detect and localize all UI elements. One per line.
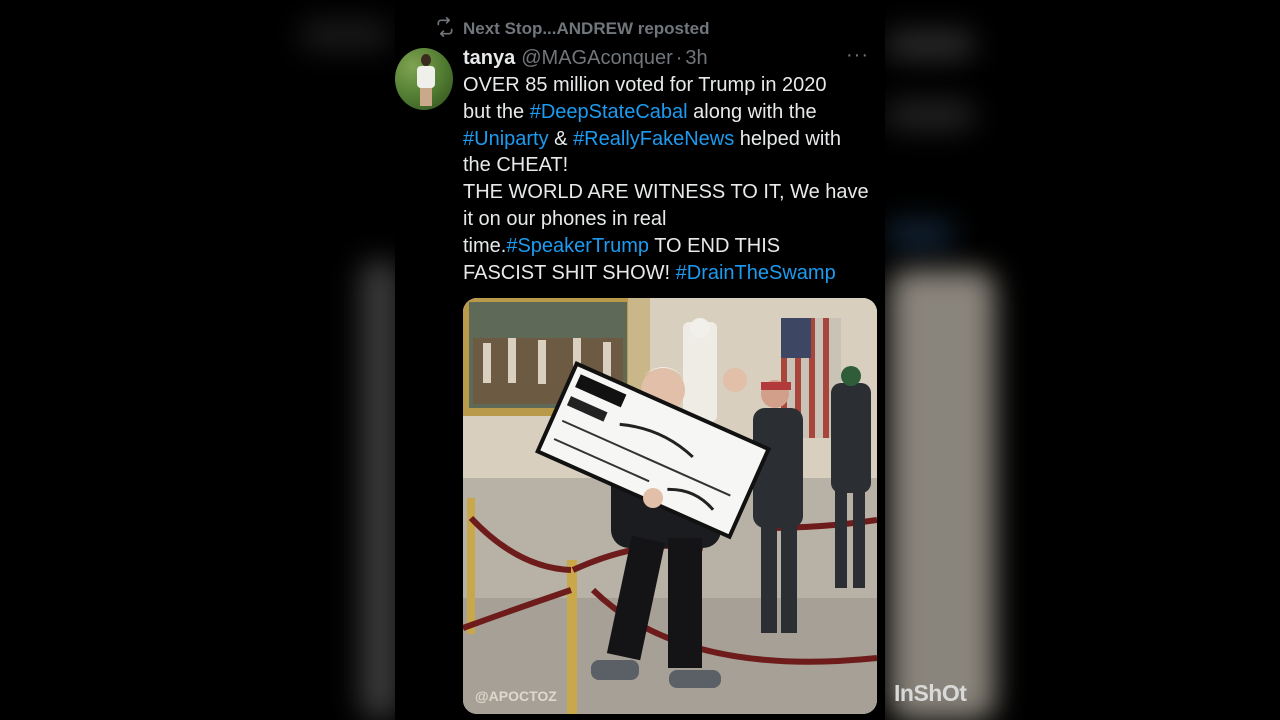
hashtag-link[interactable]: #ReallyFakeNews [573,128,734,150]
left-blur-background [0,0,395,720]
text-line: OVER 85 million voted for Trump in 2020 [463,74,827,96]
more-icon[interactable]: ··· [846,44,869,67]
author-name[interactable]: tanya [463,47,515,70]
header-separator: · [675,46,683,69]
text-line: but the #DeepStateCabal along with the [463,100,817,123]
repost-label: Next Stop...ANDREW reposted [463,19,710,38]
text-line: #Uniparty & #ReallyFakeNews helped with [463,127,841,150]
hashtag-link[interactable]: #DrainTheSwamp [676,262,836,284]
hashtag-link[interactable]: #DeepStateCabal [530,101,688,123]
inshot-logo: InShOt [894,680,967,706]
post-time[interactable]: 3h [685,47,707,70]
text-line: it on our phones in real [463,207,667,230]
image-watermark: @APOCTOZ [475,688,557,704]
text-line: time.#SpeakerTrump TO END THIS [463,234,781,257]
right-blur-background [885,0,1280,720]
text-line: THE WORLD ARE WITNESS TO IT, We have [463,181,869,204]
repost-indicator[interactable]: Next Stop...ANDREW reposted [435,16,710,42]
text-line: FASCIST SHIT SHOW! #DrainTheSwamp [463,261,836,284]
hashtag-link[interactable]: #Uniparty [463,128,549,150]
media-illustration [463,298,877,714]
author-handle[interactable]: @MAGAconquer [521,47,672,70]
repost-icon [435,16,455,42]
tweet-header: tanya @MAGAconquer · 3h ··· [463,44,877,72]
tweet-media-image[interactable]: @APOCTOZ [463,298,877,714]
tweet-card[interactable]: Next Stop...ANDREW reposted tanya @MAGAc… [395,0,885,720]
avatar[interactable] [395,48,453,110]
tweet-text: OVER 85 million voted for Trump in 2020 … [463,72,875,286]
hashtag-link[interactable]: #SpeakerTrump [506,235,649,257]
text-line: the CHEAT! [463,154,569,177]
